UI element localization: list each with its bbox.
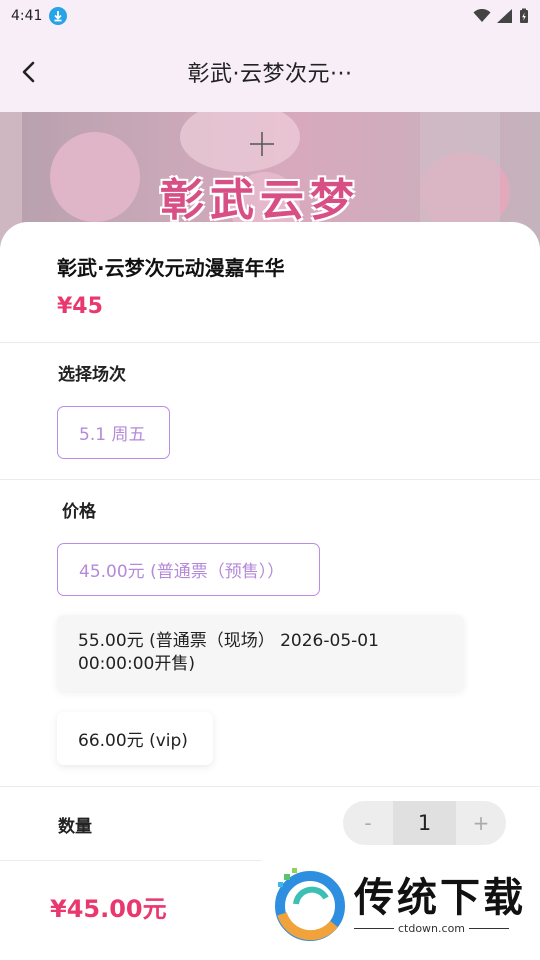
decrement-button[interactable]: - — [343, 801, 393, 845]
event-title: 彰武·云梦次元动漫嘉年华 — [57, 256, 285, 280]
status-bar: 4:41 — [0, 0, 540, 32]
watermark-domain: ctdown.com — [397, 922, 466, 935]
quantity-label: 数量 — [58, 817, 92, 837]
price-option-presale[interactable]: 45.00元 (普通票（预售）） — [57, 543, 320, 596]
price-label: 价格 — [62, 502, 96, 522]
download-icon — [49, 7, 68, 25]
quantity-value[interactable]: 1 — [393, 801, 456, 845]
purchase-sheet: 彰武·云梦次元动漫嘉年华 ¥45 选择场次 5.1 周五 价格 45.00元 (… — [0, 222, 540, 960]
price-option-onsite-line1: 55.00元 (普通票（现场） 2026-05-01 — [78, 631, 379, 651]
price-option-vip[interactable]: 66.00元 (vip) — [57, 712, 213, 765]
banner-title: 彰武云梦 — [160, 175, 360, 226]
session-label: 选择场次 — [58, 365, 126, 385]
page-title: 彰武·云梦次元··· — [187, 62, 353, 87]
chevron-left-icon — [22, 61, 35, 83]
watermark-brand: 传统下载 — [354, 875, 526, 921]
app-bar: 彰武·云梦次元··· — [0, 32, 540, 112]
quantity-stepper: - 1 + — [343, 801, 506, 845]
divider — [0, 479, 540, 480]
back-button[interactable] — [14, 58, 42, 86]
watermark-domain-row: ctdown.com — [354, 922, 509, 935]
watermark: 传统下载 ctdown.com — [262, 860, 540, 960]
divider — [0, 342, 540, 343]
increment-button[interactable]: + — [456, 801, 506, 845]
crosshair-icon — [250, 132, 274, 156]
total-price: ¥45.00元 — [50, 895, 167, 923]
session-option[interactable]: 5.1 周五 — [57, 406, 170, 459]
divider — [0, 786, 540, 787]
price-option-onsite-line2: 00:00:00开售) — [78, 654, 195, 674]
status-time: 4:41 — [11, 8, 43, 24]
signal-icon — [497, 9, 512, 23]
event-price: ¥45 — [57, 294, 103, 319]
price-option-onsite[interactable]: 55.00元 (普通票（现场） 2026-05-01 00:00:00开售) — [57, 615, 464, 691]
wifi-icon — [473, 9, 491, 22]
watermark-logo-icon — [275, 868, 345, 941]
battery-icon — [520, 8, 528, 23]
